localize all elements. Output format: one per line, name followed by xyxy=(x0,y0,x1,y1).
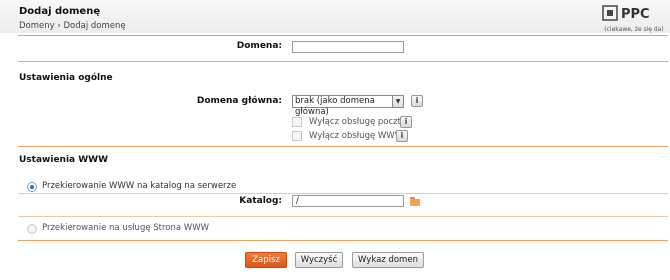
info-icon[interactable]: i xyxy=(411,95,423,107)
info-icon[interactable]: i xyxy=(400,116,412,128)
main-domain-select[interactable]: brak (jako domena główna) ▼ xyxy=(292,95,404,117)
redirect-directory-radio[interactable] xyxy=(27,182,37,192)
www-settings-heading: Ustawienia WWW xyxy=(19,155,109,165)
svg-text:PPC: PPC xyxy=(621,7,650,22)
divider-top xyxy=(18,35,668,36)
page-header: Dodaj domenę Domeny › Dodaj domenę xyxy=(0,0,670,33)
info-icon[interactable]: i xyxy=(396,130,408,142)
disable-mail-label: Wyłącz obsługę poczty xyxy=(309,117,406,127)
divider-www xyxy=(18,146,668,147)
directory-label: Katalog: xyxy=(239,196,282,206)
folder-icon[interactable] xyxy=(410,197,420,206)
divider-bottom xyxy=(18,240,668,241)
page-title: Dodaj domenę xyxy=(19,6,101,17)
breadcrumb-current: Dodaj domenę xyxy=(63,21,126,31)
main-domain-label: Domena główna: xyxy=(196,96,282,106)
divider-radio-1 xyxy=(18,193,668,194)
redirect-directory-label: Przekierowanie WWW na katalog na serwerz… xyxy=(42,181,237,191)
directory-input[interactable]: / xyxy=(292,195,404,207)
main-domain-select-value: brak (jako domena główna) xyxy=(295,96,375,117)
logo-tagline: (ciekawe, że się da) xyxy=(604,26,664,33)
save-button[interactable]: Zapisz xyxy=(245,252,287,268)
divider-radio-2 xyxy=(18,216,668,217)
divider-general xyxy=(18,61,668,62)
disable-mail-checkbox[interactable] xyxy=(292,117,302,127)
domain-list-button[interactable]: Wykaz domen xyxy=(352,252,424,268)
domain-input[interactable] xyxy=(292,41,404,53)
clear-button[interactable]: Wyczyść xyxy=(295,252,343,268)
general-settings-heading: Ustawienia ogólne xyxy=(19,73,113,83)
chevron-down-icon[interactable]: ▼ xyxy=(392,96,403,107)
redirect-service-label: Przekierowanie na usługę Strona WWW xyxy=(42,223,210,233)
redirect-service-radio[interactable] xyxy=(27,224,37,234)
domain-label: Domena: xyxy=(236,41,282,51)
breadcrumb-link-domains[interactable]: Domeny xyxy=(19,21,55,31)
disable-www-label: Wyłącz obsługę WWW xyxy=(309,131,404,141)
breadcrumb: Domeny › Dodaj domenę xyxy=(19,21,126,31)
disable-www-checkbox[interactable] xyxy=(292,131,302,141)
breadcrumb-separator: › xyxy=(54,21,64,31)
